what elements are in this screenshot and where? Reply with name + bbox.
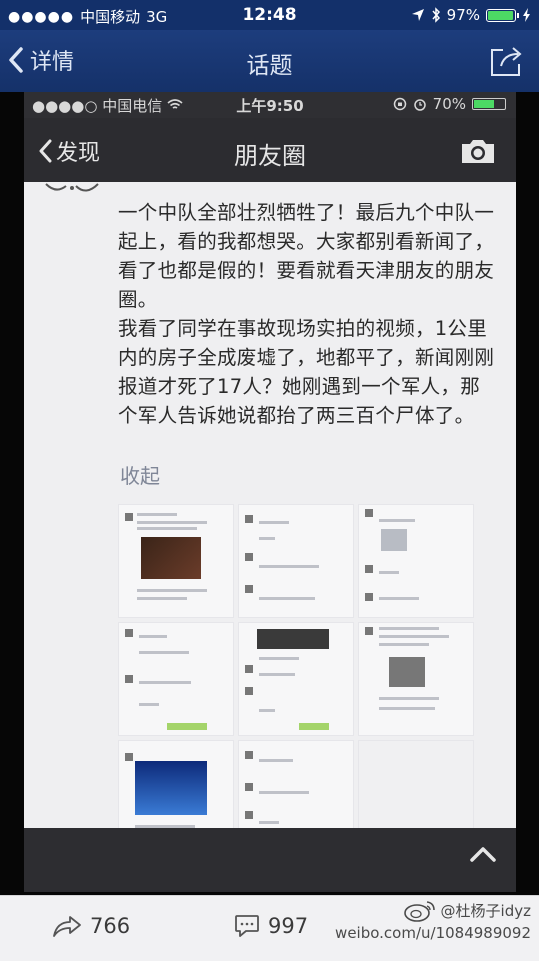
- weibo-logo-icon: [403, 901, 435, 922]
- embedded-page-title: 朋友圈: [234, 142, 306, 170]
- image-grid: [118, 504, 478, 854]
- battery-icon: [486, 8, 519, 22]
- nav-bar: 详情 话题: [0, 30, 539, 92]
- embedded-bottom-bar: [24, 828, 516, 892]
- watermark-url: weibo.com/u/1084989092: [335, 924, 531, 942]
- camera-icon: [462, 140, 494, 163]
- embedded-battery-percent: 70%: [432, 95, 466, 113]
- grid-image: [238, 504, 354, 618]
- avatar: [45, 183, 99, 192]
- post-paragraph-1: 一个中队全部壮烈牺牲了！最后九个中队一起上，看的我都想哭。大家都别看新闻了，看了…: [118, 201, 495, 311]
- grid-image: [358, 504, 474, 618]
- post-text: 一个中队全部壮烈牺牲了！最后九个中队一起上，看的我都想哭。大家都别看新闻了，看了…: [118, 198, 498, 430]
- alarm-icon: [413, 99, 426, 111]
- grid-image: [118, 622, 234, 736]
- watermark-user: @杜杨子idyz: [440, 902, 531, 920]
- post-image[interactable]: ●●●●○ 中国电信 上午9:50 70% 发现 朋友圈 一个中队全部壮烈牺牲了…: [0, 92, 539, 895]
- repost-count: 766: [90, 914, 131, 938]
- share-icon[interactable]: [487, 42, 525, 80]
- watermark: @杜杨子idyz weibo.com/u/1084989092: [335, 900, 531, 944]
- embedded-status-bar: ●●●●○ 中国电信 上午9:50 70%: [24, 92, 516, 118]
- post-paragraph-2: 我看了同学在事故现场实拍的视频，1公里内的房子全成废墟了，地都平了，新闻刚刚报道…: [118, 317, 495, 427]
- repost-button[interactable]: 766: [52, 914, 130, 938]
- rotation-lock-icon: [393, 97, 406, 111]
- collapse-link: 收起: [120, 464, 160, 488]
- status-bar: ●●●●● 中国移动 3G 12:48 97%: [0, 0, 539, 30]
- page-title: 话题: [246, 53, 293, 79]
- battery-percent: 97%: [446, 6, 480, 24]
- comment-button[interactable]: 997: [234, 914, 308, 938]
- repost-icon: [53, 916, 81, 937]
- grid-image: [238, 622, 354, 736]
- action-toolbar: 766 997 @杜杨子idyz weibo.com/u/1084989092: [0, 895, 539, 961]
- embedded-battery-icon: [472, 98, 506, 110]
- grid-image: [118, 504, 234, 618]
- charging-icon: [523, 8, 530, 22]
- bluetooth-icon: [432, 7, 440, 23]
- comment-count: 997: [268, 914, 309, 938]
- comment-icon: [235, 915, 259, 937]
- chevron-up-icon: [470, 847, 496, 862]
- location-icon: [411, 9, 424, 21]
- embedded-nav-bar: 发现 朋友圈: [24, 118, 516, 182]
- embedded-screenshot: ●●●●○ 中国电信 上午9:50 70% 发现 朋友圈 一个中队全部壮烈牺牲了…: [24, 92, 516, 892]
- grid-image: [358, 622, 474, 736]
